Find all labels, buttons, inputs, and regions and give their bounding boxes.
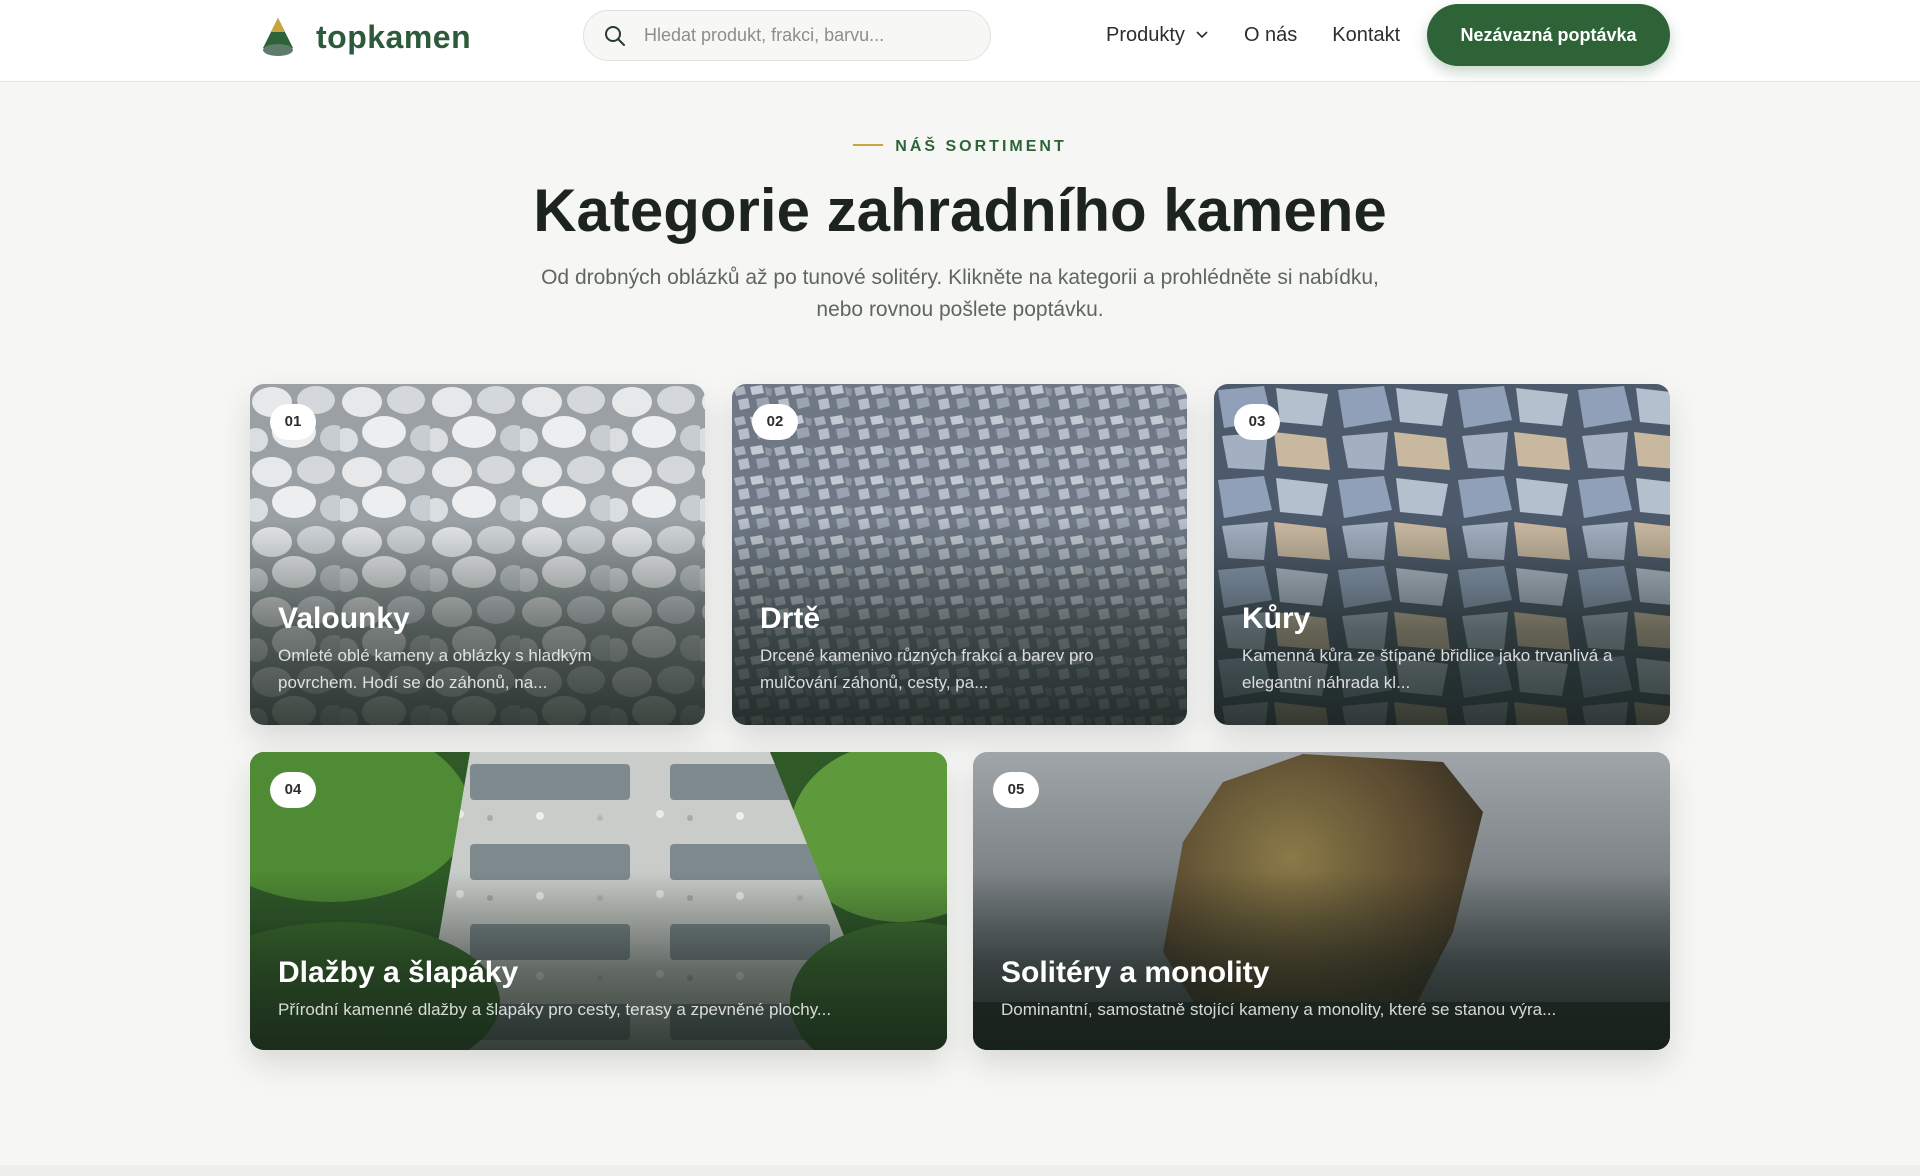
- card-number-badge: 01: [270, 404, 316, 440]
- nav-item-label: O nás: [1243, 23, 1298, 46]
- card-description: Omleté oblé kameny a oblázky s hladkým p…: [278, 646, 592, 692]
- page-title: Kategorie zahradního kamene: [533, 177, 1387, 244]
- card-number-badge: 02: [752, 404, 798, 440]
- search-bar[interactable]: [583, 10, 991, 61]
- card-description: Kamenná kůra ze štípané břidlice jako tr…: [1242, 646, 1613, 692]
- category-card-valounky[interactable]: 01 Valounky Omleté oblé kameny a oblázky…: [250, 384, 705, 725]
- brand-logo[interactable]: topkamen: [260, 16, 471, 58]
- search-input[interactable]: [644, 25, 974, 46]
- card-description: Přírodní kamenné dlažby a šlapáky pro ce…: [278, 1000, 832, 1019]
- nav-item-products[interactable]: Produkty: [1106, 24, 1209, 47]
- brand-name: topkamen: [316, 18, 472, 55]
- category-card-kury[interactable]: 03 Kůry Kamenná kůra ze štípané břidlice…: [1214, 384, 1670, 725]
- card-title: Valounky: [278, 602, 410, 635]
- nav-item-label: Produkty: [1106, 23, 1185, 46]
- mountain-tree-icon: [263, 18, 293, 56]
- card-number-badge: 03: [1234, 404, 1280, 440]
- inquiry-button[interactable]: Nezávazná poptávka: [1427, 4, 1670, 66]
- card-title: Kůry: [1242, 602, 1311, 635]
- nav-item-contact[interactable]: Kontakt: [1332, 24, 1400, 47]
- card-title: Solitéry a monolity: [1001, 956, 1270, 989]
- footer-edge: [0, 1165, 1920, 1176]
- card-number-badge: 05: [993, 772, 1039, 808]
- chevron-down-icon: [1196, 31, 1208, 39]
- card-description: Drcené kamenivo různých frakcí a barev p…: [760, 646, 1094, 692]
- site-header: topkamen Produkty O nás Kontakt Nezávazn…: [0, 0, 1920, 82]
- category-card-dlazby[interactable]: 04 Dlažby a šlapáky Přírodní kamenné dla…: [250, 752, 947, 1050]
- nav-item-about[interactable]: O nás: [1244, 24, 1297, 47]
- card-title: Dlažby a šlapáky: [278, 956, 519, 989]
- card-number-badge: 04: [270, 772, 316, 808]
- search-icon: [605, 25, 625, 46]
- card-description: Dominantní, samostatně stojící kameny a …: [1001, 1000, 1557, 1019]
- eyebrow-text: NÁŠ SORTIMENT: [895, 138, 1067, 155]
- category-card-drte[interactable]: 02 Drtě Drcené kamenivo různých frakcí a…: [732, 384, 1187, 725]
- main-nav: Produkty O nás Kontakt: [1106, 22, 1435, 48]
- section-eyebrow: NÁŠ SORTIMENT: [0, 138, 1920, 156]
- card-title: Drtě: [760, 602, 821, 635]
- eyebrow-divider: [853, 143, 884, 146]
- nav-item-label: Kontakt: [1332, 23, 1401, 46]
- category-card-solitery[interactable]: 05 Solitéry a monolity Dominantní, samos…: [973, 752, 1670, 1050]
- page-subtitle: Od drobných oblázků až po tunové solitér…: [541, 266, 1379, 321]
